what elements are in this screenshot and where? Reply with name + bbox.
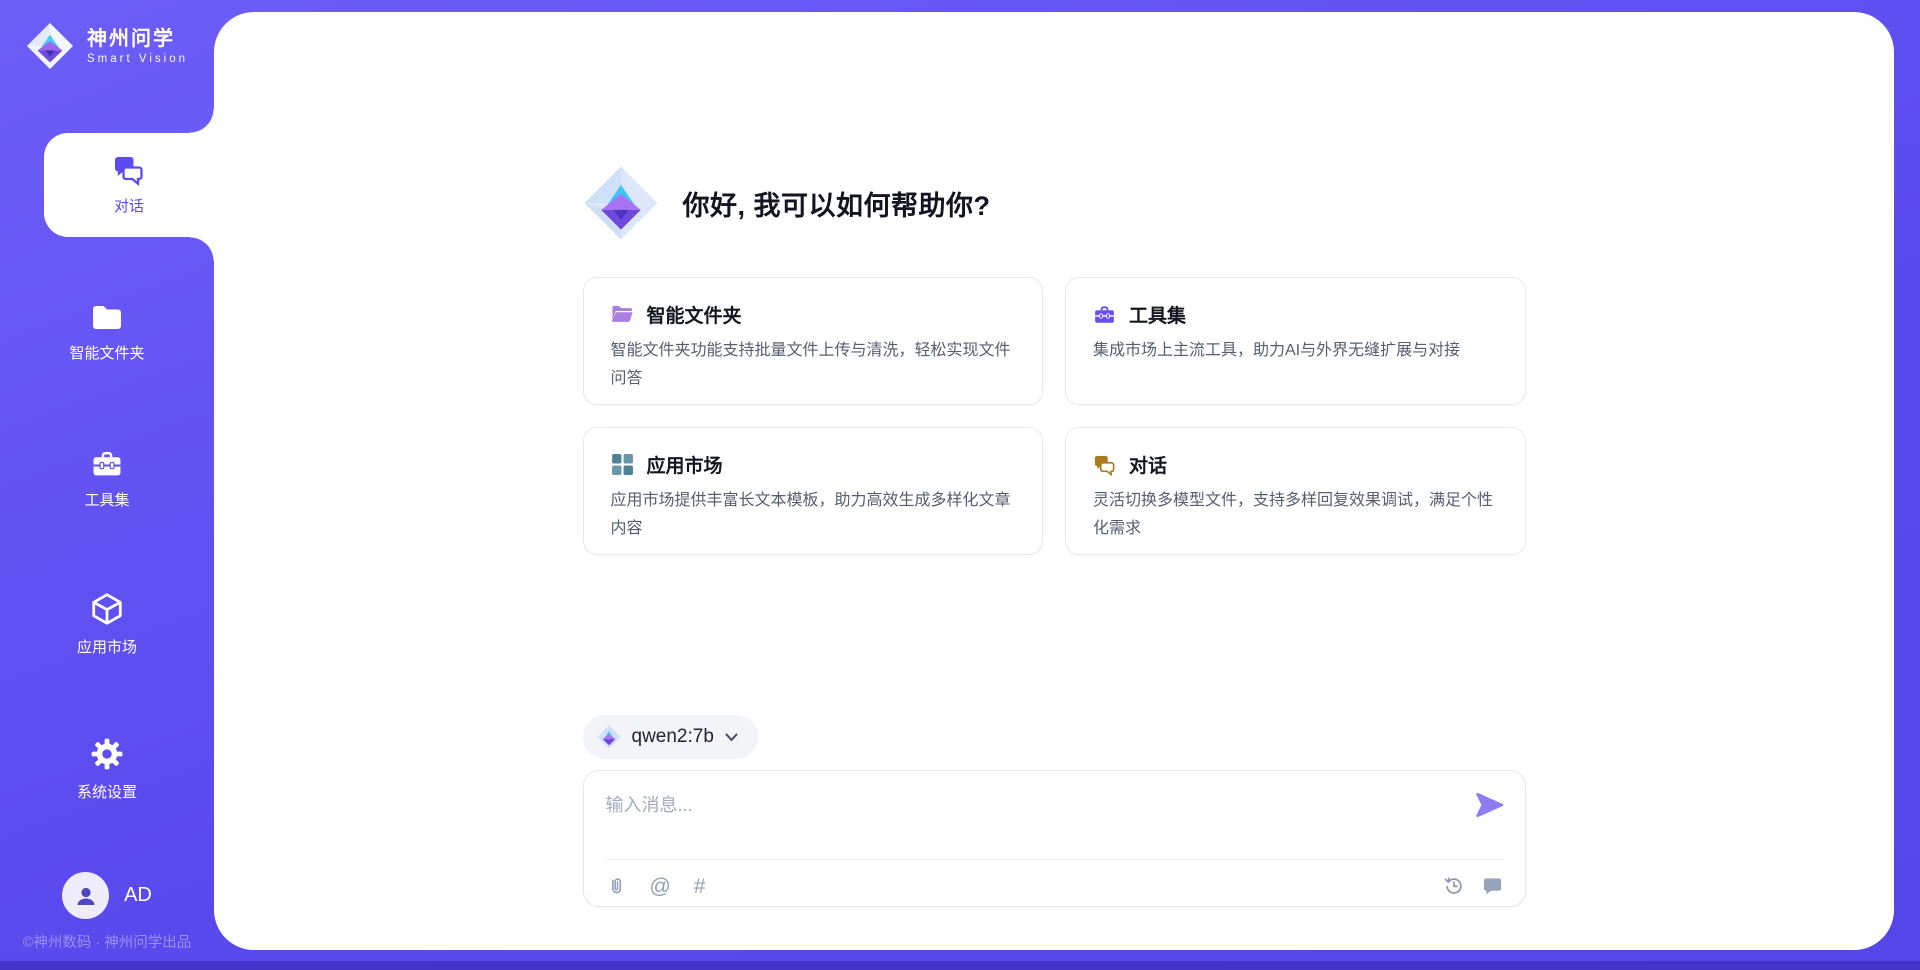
card-description: 智能文件夹功能支持批量文件上传与清洗，轻松实现文件问答 — [611, 337, 1016, 393]
feature-cards: 智能文件夹 智能文件夹功能支持批量文件上传与清洗，轻松实现文件问答 工具 — [583, 277, 1526, 555]
sidebar-item-settings[interactable]: 系统设置 — [0, 737, 214, 802]
greeting: 你好, 我可以如何帮助你? — [583, 12, 1526, 241]
card-description: 应用市场提供丰富长文本模板，助力高效生成多样化文章内容 — [611, 487, 1016, 543]
card-chat[interactable]: 对话 灵活切换多模型文件，支持多样回复效果调试，满足个性化需求 — [1065, 427, 1526, 555]
apps-grid-icon — [611, 453, 634, 476]
card-title: 智能文件夹 — [647, 301, 742, 328]
folder-icon — [90, 302, 124, 332]
sidebar-item-app-market[interactable]: 应用市场 — [0, 592, 214, 657]
gear-icon — [90, 737, 124, 771]
sidebar-item-label: 对话 — [114, 195, 144, 216]
brand-subtitle: Smart Vision — [87, 53, 188, 65]
brand: 神州问学 Smart Vision — [26, 22, 188, 70]
card-app-market[interactable]: 应用市场 应用市场提供丰富长文本模板，助力高效生成多样化文章内容 — [583, 427, 1044, 555]
sidebar-item-label: 应用市场 — [77, 636, 137, 657]
card-description: 灵活切换多模型文件，支持多样回复效果调试，满足个性化需求 — [1093, 487, 1498, 543]
composer-toolbar: @ # — [606, 867, 1503, 905]
card-title: 应用市场 — [647, 451, 723, 478]
sidebar-item-label: 工具集 — [84, 489, 129, 510]
comment-icon[interactable] — [1482, 876, 1503, 896]
greeting-text: 你好, 我可以如何帮助你? — [683, 184, 991, 223]
assistant-logo-icon — [583, 165, 659, 241]
hash-icon[interactable]: # — [694, 876, 706, 897]
card-smart-folder[interactable]: 智能文件夹 智能文件夹功能支持批量文件上传与清洗，轻松实现文件问答 — [583, 277, 1044, 405]
sidebar-item-smart-folder[interactable]: 智能文件夹 — [0, 302, 214, 363]
sidebar-item-chat[interactable]: 对话 — [44, 133, 214, 237]
model-logo-icon — [597, 725, 621, 749]
card-title: 对话 — [1129, 451, 1167, 478]
model-selector[interactable]: qwen2:7b — [583, 715, 758, 759]
chat-bubbles-icon — [1093, 453, 1116, 476]
main-panel: 你好, 我可以如何帮助你? 智能文件夹 智能文件夹功能支持批量文件上传与清洗，轻… — [214, 12, 1894, 950]
sidebar: 神州问学 Smart Vision 对话 智能文件夹 — [0, 0, 214, 970]
chevron-down-icon — [725, 733, 738, 742]
send-icon[interactable] — [1475, 791, 1505, 819]
avatar — [62, 872, 109, 919]
toolbox-icon — [90, 448, 124, 479]
card-description: 集成市场上主流工具，助力AI与外界无缝扩展与对接 — [1093, 337, 1498, 365]
message-composer: @ # — [583, 770, 1526, 907]
brand-diamond-icon — [26, 22, 74, 70]
cube-icon — [90, 592, 124, 626]
sidebar-item-label: 系统设置 — [77, 781, 137, 802]
user-account[interactable]: AD — [0, 872, 214, 919]
history-icon[interactable] — [1443, 875, 1465, 897]
toolbox-icon — [1093, 303, 1116, 326]
copyright-footer: ©神州数码 · 神州问学出品 — [0, 931, 214, 952]
message-input[interactable] — [606, 791, 1466, 849]
person-icon — [73, 883, 99, 909]
app-root: 神州问学 Smart Vision 对话 智能文件夹 — [0, 0, 1920, 970]
folder-open-icon — [611, 303, 634, 326]
user-name: AD — [124, 884, 152, 907]
bottom-edge — [0, 961, 1920, 970]
composer-divider — [606, 859, 1503, 860]
sidebar-item-toolbox[interactable]: 工具集 — [0, 448, 214, 510]
chat-bubbles-icon — [112, 154, 146, 186]
model-name: qwen2:7b — [632, 726, 714, 748]
mention-icon[interactable]: @ — [650, 876, 671, 897]
card-title: 工具集 — [1129, 301, 1186, 328]
brand-name: 神州问学 — [87, 28, 188, 50]
paperclip-icon[interactable] — [606, 875, 627, 897]
sidebar-item-label: 智能文件夹 — [69, 342, 144, 363]
card-toolbox[interactable]: 工具集 集成市场上主流工具，助力AI与外界无缝扩展与对接 — [1065, 277, 1526, 405]
